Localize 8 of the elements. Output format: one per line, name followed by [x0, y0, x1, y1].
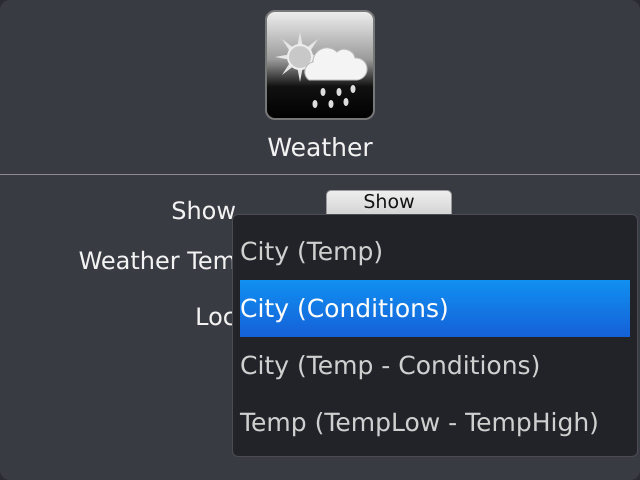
app-name: Weather — [267, 132, 373, 164]
dropdown-option[interactable]: City (Temp - Conditions) — [240, 337, 630, 394]
dropdown-option[interactable]: City (Conditions) — [240, 280, 630, 337]
setting-label: Loc — [194, 303, 236, 331]
weather-icon — [265, 10, 375, 120]
setting-label: Show — [170, 197, 236, 225]
dropdown-option[interactable]: City (Temp) — [240, 223, 630, 280]
dropdown-option[interactable]: Temp (TempLow - TempHigh) — [240, 394, 630, 451]
